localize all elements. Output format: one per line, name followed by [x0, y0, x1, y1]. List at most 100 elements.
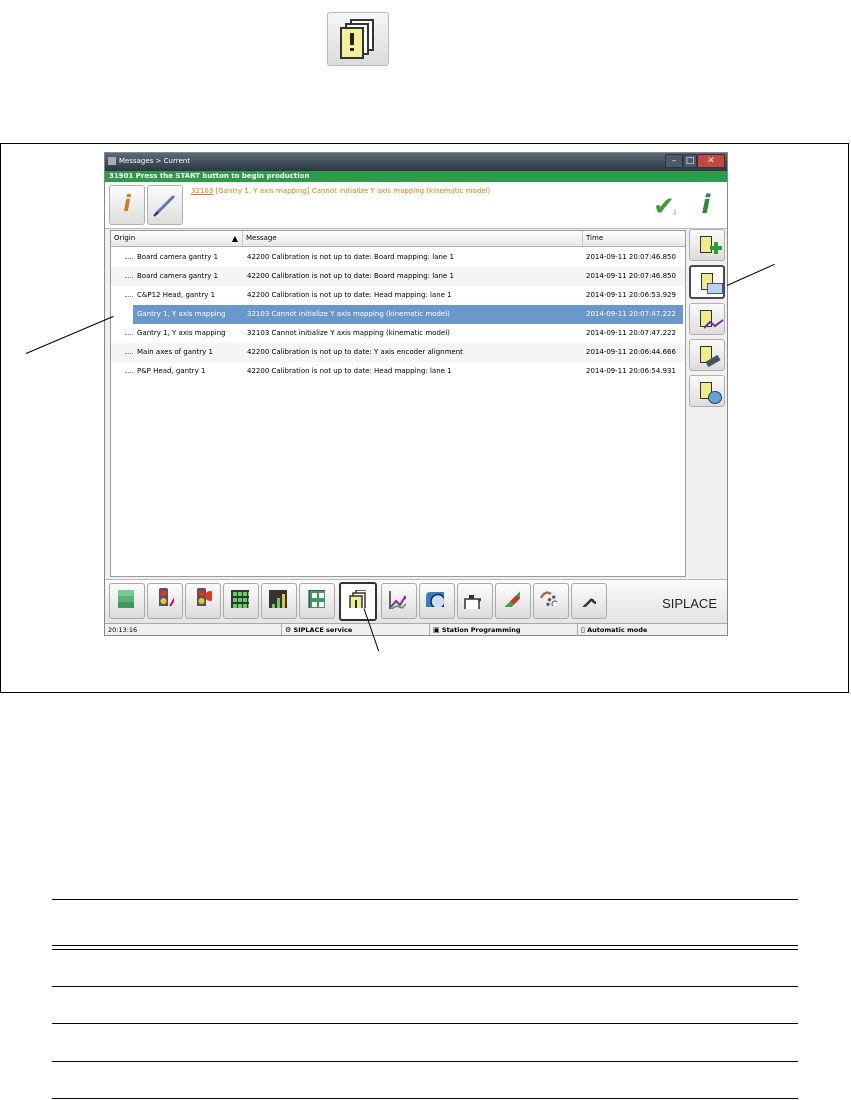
message-code-link[interactable]: 32103 — [191, 187, 213, 195]
brand-logo: SIPLACE — [662, 596, 717, 611]
acknowledge-button[interactable]: ✔ 1 — [645, 188, 683, 226]
origin-cell: Gantry 1, Y axis mapping — [137, 329, 226, 337]
service-icon: ⚙ — [285, 626, 292, 634]
wrench-icon — [582, 591, 596, 607]
bar-level-icon — [269, 590, 287, 608]
mode-status: ▯ Automatic mode — [577, 624, 727, 635]
origin-cell: P&P Head, gantry 1 — [137, 367, 206, 375]
messages-icon — [349, 590, 366, 608]
table-row[interactable]: C&P12 Head, gantry 1 42200 Calibration i… — [111, 286, 685, 305]
message-cell: 42200 Calibration is not up to date: Hea… — [247, 291, 452, 299]
table-row[interactable]: Board camera gantry 1 42200 Calibration … — [111, 267, 685, 286]
origin-cell: Board camera gantry 1 — [137, 272, 219, 280]
camera-button[interactable] — [419, 583, 455, 619]
feeder-table-button[interactable] — [299, 583, 335, 619]
window-title: Messages > Current — [119, 157, 190, 165]
column-time[interactable]: Time — [583, 231, 685, 246]
close-button[interactable]: ✕ — [697, 154, 725, 168]
message-cell: 32103 Cannot initialize Y axis mapping (… — [247, 329, 450, 337]
tree-connector — [125, 343, 133, 354]
origin-cell: Board camera gantry 1 — [137, 253, 219, 261]
gear-hand-button[interactable] — [533, 583, 569, 619]
current-message-bar: i 32103 [Gantry 1, Y axis mapping] Canno… — [105, 182, 727, 229]
traffic-light-alert-button[interactable] — [185, 583, 221, 619]
mode-label: Automatic mode — [587, 626, 648, 634]
time-cell: 2014-09-11 20:06:44.666 — [586, 348, 676, 356]
message-cell: 42200 Calibration is not up to date: Boa… — [247, 272, 454, 280]
message-cell: 42200 Calibration is not up to date: Hea… — [247, 367, 452, 375]
time-cell: 2014-09-11 20:07:46.850 — [586, 272, 676, 280]
trend-chart-button[interactable] — [381, 583, 417, 619]
exclamation-dot — [350, 48, 354, 51]
title-bar: Messages > Current – □ ✕ — [105, 153, 727, 171]
wrench-button[interactable] — [571, 583, 607, 619]
sidebar-message-chart-button[interactable] — [689, 303, 725, 335]
current-message[interactable]: 32103 [Gantry 1, Y axis mapping] Cannot … — [191, 187, 490, 195]
traffic-light-alert-icon — [197, 588, 212, 606]
window-overlay — [707, 283, 723, 294]
table-row[interactable]: Gantry 1, Y axis mapping 32103 Cannot in… — [111, 324, 685, 343]
grid-panel-button[interactable] — [223, 583, 259, 619]
column-message[interactable]: Message — [243, 231, 583, 246]
messages-button[interactable] — [339, 582, 377, 621]
trend-chart-icon — [389, 591, 406, 609]
table-rule — [52, 1023, 798, 1024]
time-cell: 2014-09-11 20:06:53.929 — [586, 291, 676, 299]
time-cell: 2014-09-11 20:07:47.222 — [586, 329, 676, 337]
table-row[interactable]: P&P Head, gantry 1 42200 Calibration is … — [111, 362, 685, 381]
tree-connector — [125, 267, 133, 278]
station-icon: ▣ — [433, 626, 440, 634]
origin-cell: Main axes of gantry 1 — [137, 348, 213, 356]
table-row[interactable]: Board camera gantry 1 42200 Calibration … — [111, 248, 685, 267]
oil-can-button[interactable] — [457, 583, 493, 619]
message-text: [Gantry 1, Y axis mapping] Cannot initia… — [213, 187, 491, 195]
message-cell: 42200 Calibration is not up to date: Boa… — [247, 253, 454, 261]
column-time-label: Time — [586, 234, 604, 242]
acknowledge-count: 1 — [673, 209, 677, 216]
sidebar-message-camera-button[interactable] — [689, 375, 725, 407]
sidebar-current-messages-button[interactable] — [689, 265, 725, 299]
bottom-toolbar: SIPLACE — [105, 579, 727, 624]
doc-front — [340, 27, 364, 59]
table-rule — [52, 949, 798, 950]
maximize-button[interactable]: □ — [683, 154, 697, 168]
traffic-light-edit-button[interactable] — [147, 583, 183, 619]
component-stack-icon — [118, 590, 134, 608]
service-label: SIPLACE service — [293, 626, 353, 634]
info-button[interactable]: i — [109, 185, 145, 225]
column-message-label: Message — [246, 234, 277, 242]
nozzle-button[interactable] — [495, 583, 531, 619]
message-cell: 42200 Calibration is not up to date: Y a… — [247, 348, 463, 356]
edit-button[interactable] — [147, 185, 183, 225]
info-large-icon[interactable]: i — [689, 186, 723, 224]
camera-icon — [426, 592, 444, 607]
messages-icon-large — [327, 12, 389, 66]
service-status: ⚙ SIPLACE service — [281, 624, 433, 635]
sidebar-add-message-button[interactable] — [689, 229, 725, 261]
station-status: ▣ Station Programming — [429, 624, 581, 635]
sidebar-message-edit-button[interactable] — [689, 339, 725, 371]
tree-connector — [125, 362, 133, 373]
table-row[interactable]: Main axes of gantry 1 42200 Calibration … — [111, 343, 685, 362]
oil-can-icon — [464, 595, 481, 609]
component-stack-button[interactable] — [109, 583, 145, 619]
time-cell: 2014-09-11 20:07:46.850 — [586, 253, 676, 261]
column-origin[interactable]: Origin ▲ — [111, 231, 243, 246]
nozzle-icon — [504, 591, 520, 607]
tree-connector — [125, 248, 133, 259]
sort-ascending-icon: ▲ — [231, 234, 238, 243]
messages-table: Origin ▲ Message Time Board camera gantr… — [110, 230, 686, 577]
grid-panel-icon — [231, 590, 249, 608]
station-label: Station Programming — [441, 626, 521, 634]
minimize-button[interactable]: – — [665, 154, 683, 168]
table-rule — [52, 1098, 798, 1099]
origin-cell: Gantry 1, Y axis mapping — [137, 310, 226, 318]
table-row-selected[interactable]: Gantry 1, Y axis mapping 32103 Cannot in… — [133, 305, 683, 324]
traffic-light-edit-icon — [159, 588, 174, 606]
pen-icon — [153, 194, 176, 217]
table-rule — [52, 899, 798, 900]
clock: 20:13:16 — [108, 626, 138, 634]
bar-level-button[interactable] — [261, 583, 297, 619]
production-status: 31901 Press the START button to begin pr… — [105, 171, 727, 182]
mode-icon: ▯ — [581, 626, 585, 634]
